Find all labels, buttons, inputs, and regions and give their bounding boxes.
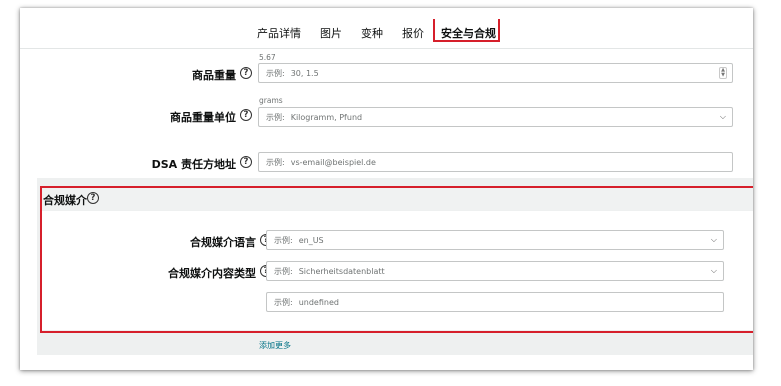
weight-label: 商品重量	[192, 69, 236, 82]
weight-unit-placeholder: 示例: Kilogramm, Pfund	[266, 113, 363, 122]
weight-unit-current-value: grams	[259, 96, 283, 105]
chevron-down-icon: ⌵	[719, 112, 726, 121]
tab-bar: 产品详情 图片 变种 报价 安全与合规	[20, 8, 753, 49]
weight-unit-label: 商品重量单位	[170, 111, 236, 124]
dsa-address-input[interactable]: 示例: vs-email@beispiel.de	[258, 152, 733, 172]
active-tab-highlight	[433, 19, 500, 42]
product-form-card: 产品详情 图片 变种 报价 安全与合规 商品重量 ? 5.67 示例: 30, 1…	[20, 8, 753, 370]
weight-unit-select[interactable]: 示例: Kilogramm, Pfund ⌵	[258, 107, 733, 127]
number-stepper-icon[interactable]: ▲ ▼	[719, 67, 727, 79]
add-more-link[interactable]: 添加更多	[259, 340, 291, 351]
tab-images[interactable]: 图片	[320, 25, 342, 41]
tab-product-details[interactable]: 产品详情	[257, 25, 301, 41]
dsa-address-placeholder: 示例: vs-email@beispiel.de	[266, 158, 376, 167]
help-circle-icon[interactable]: ?	[240, 67, 252, 79]
tab-offer[interactable]: 报价	[402, 25, 424, 41]
tab-variants[interactable]: 变种	[361, 25, 383, 41]
weight-placeholder: 示例: 30, 1.5	[266, 69, 319, 78]
help-circle-icon[interactable]: ?	[240, 109, 252, 121]
compliance-media-highlight	[40, 186, 753, 333]
dsa-address-label: DSA 责任方地址	[151, 158, 236, 171]
help-circle-icon[interactable]: ?	[240, 156, 252, 168]
weight-input[interactable]: 示例: 30, 1.5 ▲ ▼	[258, 63, 733, 83]
weight-current-value: 5.67	[259, 53, 276, 62]
